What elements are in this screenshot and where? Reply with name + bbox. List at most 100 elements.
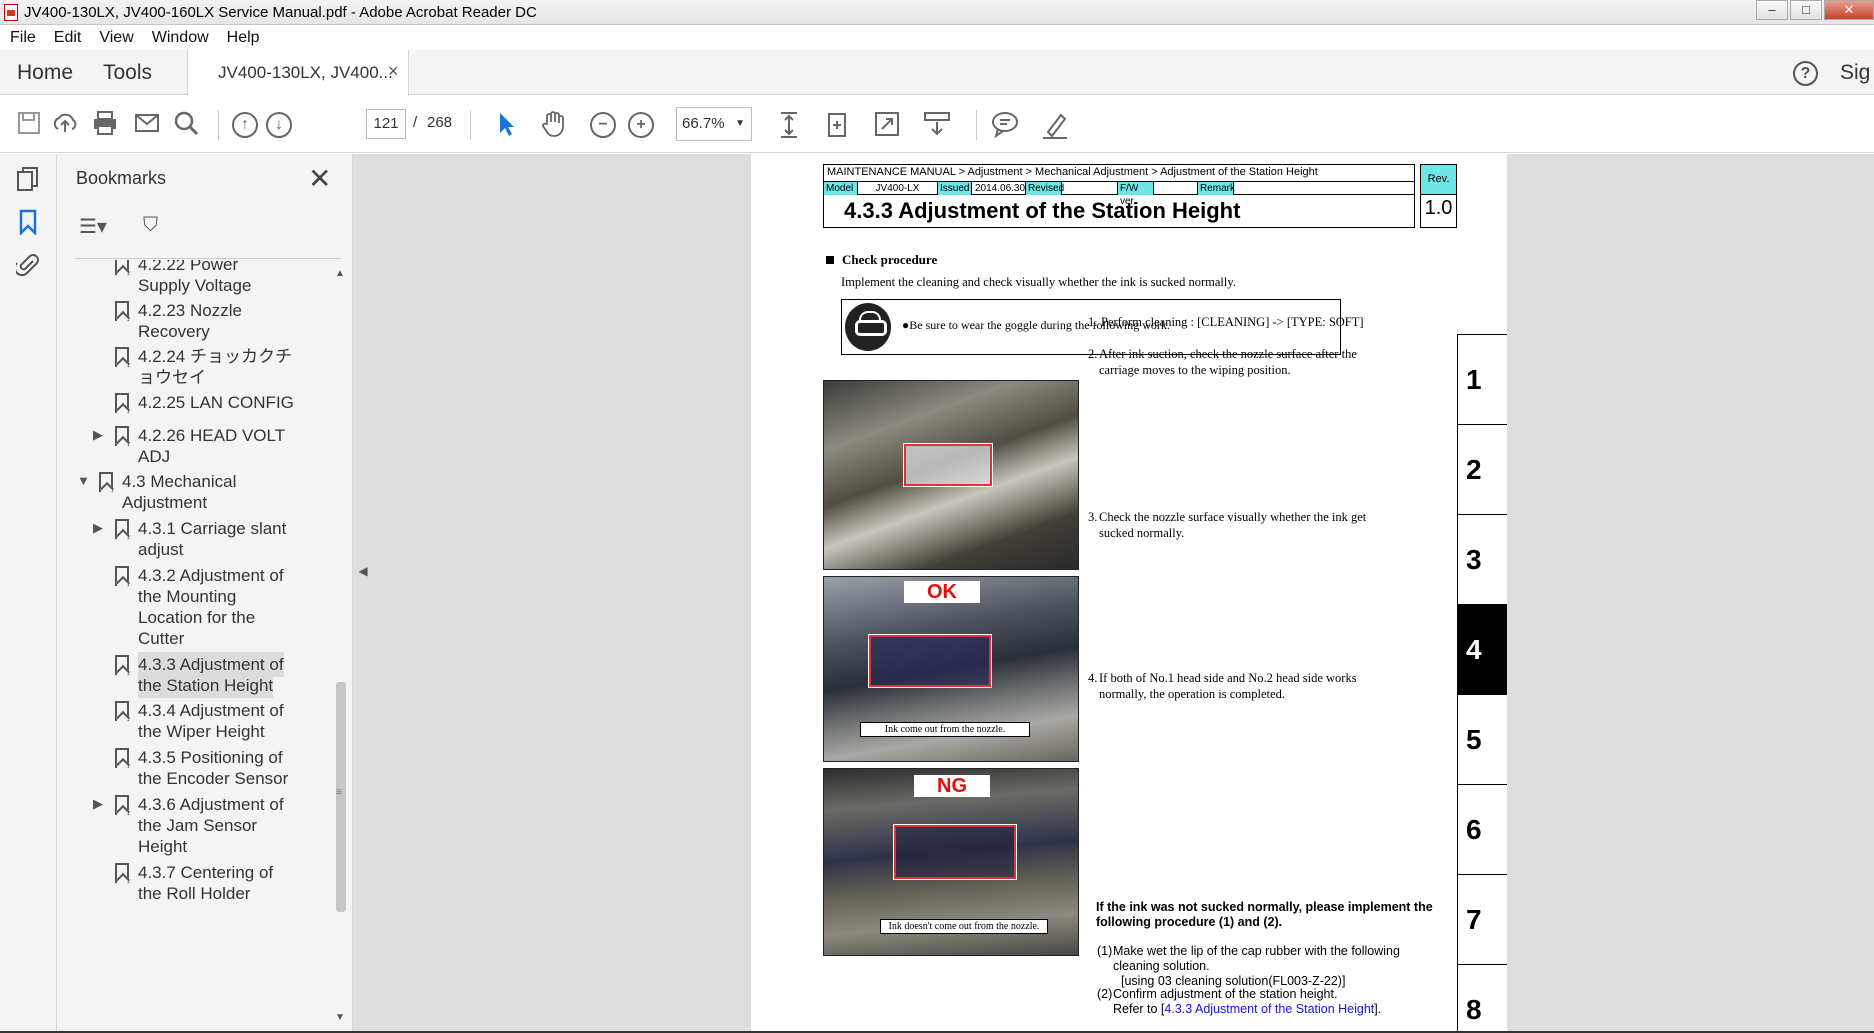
save-icon[interactable] bbox=[14, 110, 44, 140]
bookmarks-icon[interactable] bbox=[14, 209, 42, 237]
zoom-in-icon[interactable]: + bbox=[628, 112, 654, 138]
window-title: JV400-130LX, JV400-160LX Service Manual.… bbox=[24, 3, 537, 21]
minimize-icon[interactable]: – bbox=[1756, 0, 1788, 20]
procedure-text: Make wet the lip of the cap rubber with … bbox=[1113, 944, 1400, 973]
header-meta-row: Model JV400-LX Issued 2014.06.30 Revised… bbox=[824, 181, 1414, 207]
page-number-input[interactable]: 121 bbox=[366, 109, 406, 139]
full-screen-icon[interactable] bbox=[872, 110, 902, 140]
bookmark-icon bbox=[115, 566, 129, 586]
help-icon[interactable]: ? bbox=[1793, 61, 1818, 86]
chevron-right-icon[interactable]: ▶ bbox=[93, 520, 103, 536]
chapter-tab[interactable]: 7 bbox=[1457, 874, 1507, 964]
step-4: 4. If both of No.1 head side and No.2 hea… bbox=[1088, 670, 1389, 702]
bookmark-label: the Station Height bbox=[138, 673, 274, 698]
bookmark-label: Recovery bbox=[138, 322, 210, 341]
menu-window[interactable]: Window bbox=[152, 29, 209, 47]
revision-label: Rev. bbox=[1421, 165, 1456, 195]
step-number: 2. bbox=[1088, 347, 1098, 361]
procedure-1: (1) Make wet the lip of the cap rubber w… bbox=[1097, 944, 1443, 989]
find-bookmark-icon[interactable]: ⛉ bbox=[143, 214, 158, 237]
ng-caption: Ink doesn't come out from the nozzle. bbox=[880, 919, 1048, 934]
bookmark-icon bbox=[115, 795, 129, 815]
bookmark-icon bbox=[115, 863, 129, 883]
collapse-panel-icon[interactable]: ◀ bbox=[353, 564, 373, 578]
scroll-down-icon[interactable]: ▼ bbox=[335, 1012, 345, 1023]
read-mode-icon[interactable] bbox=[922, 110, 952, 140]
revised-label: Revised bbox=[1026, 182, 1065, 195]
pdf-app-icon bbox=[4, 3, 18, 21]
zoom-out-icon[interactable]: − bbox=[590, 112, 616, 138]
rotate-view-icon[interactable] bbox=[822, 110, 852, 140]
chevron-down-icon[interactable]: ▼ bbox=[77, 473, 90, 488]
highlight-box bbox=[894, 825, 1016, 879]
attachments-paperclip-icon[interactable] bbox=[13, 252, 42, 280]
menu-help[interactable]: Help bbox=[227, 29, 260, 47]
bookmark-icon bbox=[99, 472, 113, 492]
tab-home[interactable]: Home bbox=[17, 61, 73, 85]
select-cursor-icon[interactable] bbox=[490, 110, 520, 140]
ng-label: NG bbox=[914, 775, 990, 797]
zoom-value: 66.7% bbox=[682, 115, 725, 132]
scroll-up-icon[interactable]: ▲ bbox=[335, 268, 345, 279]
toolbar-divider bbox=[976, 110, 977, 140]
tab-tools[interactable]: Tools bbox=[103, 61, 152, 85]
ng-nozzle-photo: NG Ink doesn't come out from the nozzle. bbox=[823, 768, 1079, 956]
title-bar: JV400-130LX, JV400-160LX Service Manual.… bbox=[0, 0, 1874, 25]
menu-view[interactable]: View bbox=[99, 29, 133, 47]
email-icon[interactable] bbox=[132, 110, 162, 140]
chevron-down-icon: ▼ bbox=[735, 118, 745, 129]
chapter-tab[interactable]: 6 bbox=[1457, 784, 1507, 874]
fw-version-value bbox=[1154, 182, 1198, 195]
tab-close-icon[interactable]: × bbox=[388, 61, 399, 82]
menu-bar: File Edit View Window Help bbox=[0, 26, 1874, 50]
highlight-pen-icon[interactable] bbox=[1040, 110, 1070, 140]
chevron-right-icon[interactable]: ▶ bbox=[93, 427, 103, 443]
page-thumbnails-icon[interactable] bbox=[14, 166, 42, 194]
chapter-tab[interactable]: 4 bbox=[1457, 604, 1507, 694]
bookmark-options-icon[interactable]: ☰▾ bbox=[79, 214, 107, 239]
comment-icon[interactable] bbox=[990, 110, 1020, 140]
step-number: 3. bbox=[1088, 510, 1098, 524]
next-page-icon[interactable]: ↓ bbox=[266, 112, 292, 138]
chapter-tab[interactable]: 8 bbox=[1457, 964, 1507, 1033]
chapter-tab[interactable]: 2 bbox=[1457, 424, 1507, 514]
previous-page-icon[interactable]: ↑ bbox=[232, 112, 258, 138]
print-icon[interactable] bbox=[90, 110, 120, 140]
close-window-icon[interactable]: ✕ bbox=[1824, 0, 1874, 20]
bookmark-icon bbox=[115, 655, 129, 675]
remark-label: Remark bbox=[1198, 182, 1236, 195]
left-navigation-rail bbox=[0, 154, 57, 1033]
tab-document[interactable]: JV400-130LX, JV400... × bbox=[187, 50, 409, 96]
toolbar-divider bbox=[470, 110, 471, 140]
upload-icon[interactable] bbox=[50, 110, 80, 140]
bookmarks-scrollbar[interactable]: ▲ ≡ ▼ bbox=[333, 262, 348, 1033]
search-icon[interactable] bbox=[172, 110, 202, 140]
menu-file[interactable]: File bbox=[10, 29, 36, 47]
bookmark-icon bbox=[115, 748, 129, 768]
menu-edit[interactable]: Edit bbox=[54, 29, 82, 47]
zoom-select[interactable]: 66.7% ▼ bbox=[676, 107, 752, 141]
chevron-right-icon[interactable]: ▶ bbox=[93, 796, 103, 812]
step-text: Check the nozzle surface visually whethe… bbox=[1099, 510, 1367, 540]
step-2: 2. After ink suction, check the nozzle su… bbox=[1088, 346, 1389, 378]
bookmark-label: Cutter bbox=[138, 629, 185, 648]
station-height-link[interactable]: 4.3.3 Adjustment of the Station Height bbox=[1164, 1002, 1374, 1016]
pdf-page: MAINTENANCE MANUAL > Adjustment > Mechan… bbox=[751, 154, 1507, 1033]
close-icon[interactable]: ✕ bbox=[308, 162, 331, 195]
bookmark-tree: 4.2.22 Power Supply Voltage 4.2.23 Nozzle R… bbox=[57, 260, 342, 1033]
hand-tool-icon[interactable] bbox=[538, 110, 568, 140]
fit-page-icon[interactable] bbox=[774, 110, 804, 140]
sign-in-link[interactable]: Sig bbox=[1840, 61, 1870, 85]
chapter-tab[interactable]: 5 bbox=[1457, 694, 1507, 784]
bookmark-label: the Encoder Sensor bbox=[138, 769, 289, 788]
chapter-tab[interactable]: 3 bbox=[1457, 514, 1507, 604]
maximize-icon[interactable]: □ bbox=[1790, 0, 1822, 20]
highlight-box bbox=[904, 444, 992, 486]
model-label: Model bbox=[824, 182, 858, 195]
bookmark-label: Supply Voltage bbox=[138, 276, 252, 295]
ok-caption: Ink come out from the nozzle. bbox=[860, 722, 1030, 737]
chapter-tab[interactable]: 1 bbox=[1457, 334, 1507, 424]
document-viewer[interactable]: ◀ MAINTENANCE MANUAL > Adjustment > Mech… bbox=[353, 154, 1874, 1033]
procedure-text: Confirm adjustment of the station height… bbox=[1113, 987, 1338, 1001]
acrobat-window: JV400-130LX, JV400-160LX Service Manual.… bbox=[0, 0, 1874, 1033]
